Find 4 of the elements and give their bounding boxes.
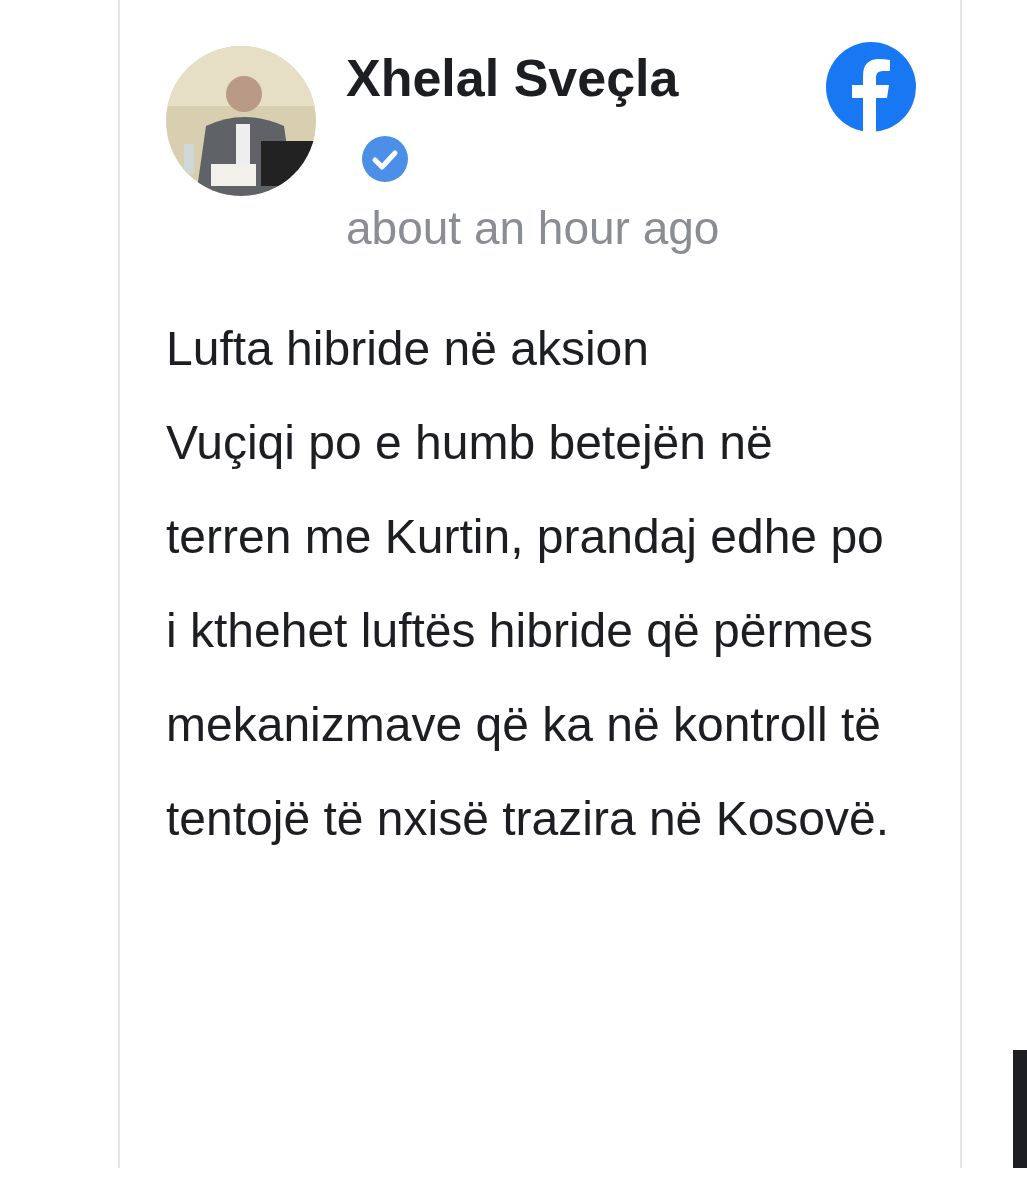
post-text: Lufta hibride në aksion — [166, 321, 650, 377]
post-text: Vuçiqi po e humb betejën në terren me Kurtin, prandaj edhe po i kthehet luftës hibride që përmes mekanizmave që ka në kontroll të tentojë të nxisë trazira në Kosovë. — [166, 415, 891, 847]
author-name[interactable]: Xhelal Sveçla — [346, 46, 826, 110]
facebook-logo-icon[interactable] — [826, 42, 916, 132]
